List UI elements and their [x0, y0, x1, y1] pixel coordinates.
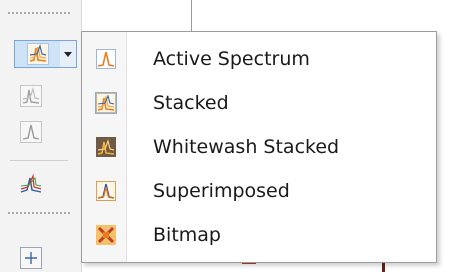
menu-item-label: Whitewash Stacked	[153, 136, 340, 158]
vertical-toolbar	[0, 0, 82, 272]
toolbar-separator	[10, 160, 68, 161]
overlay-display-button[interactable]	[17, 170, 45, 198]
menu-item-label: Bitmap	[153, 224, 221, 246]
single-peak-display-button[interactable]	[17, 118, 45, 146]
menu-item-whitewash-stacked[interactable]: Whitewash Stacked	[84, 128, 434, 166]
menu-item-bitmap[interactable]: Bitmap	[84, 216, 434, 254]
whitewash-stacked-icon	[95, 136, 117, 158]
stacked-icon	[95, 92, 117, 114]
menu-item-active-spectrum[interactable]: Active Spectrum	[84, 40, 434, 78]
display-mode-menu: Active Spectrum Stacked Whitewash Stacke…	[81, 31, 437, 263]
display-mode-dropdown-arrow[interactable]	[60, 40, 77, 68]
menu-item-label: Superimposed	[153, 180, 290, 202]
single-peak-icon	[95, 48, 117, 70]
expand-display-button[interactable]	[17, 244, 45, 272]
menu-item-superimposed[interactable]: Superimposed	[84, 172, 434, 210]
menu-item-label: Stacked	[153, 92, 229, 114]
stacked-display-button[interactable]	[14, 40, 61, 68]
superimposed-icon	[20, 173, 42, 193]
whitewash-display-button[interactable]	[17, 82, 45, 110]
toolbar-grip[interactable]	[8, 12, 70, 14]
single-peak-icon	[20, 121, 42, 143]
toolbar-grip-lower[interactable]	[8, 212, 70, 214]
menu-item-label: Active Spectrum	[153, 48, 310, 70]
expand-icon	[20, 247, 42, 269]
superimposed-icon	[95, 180, 117, 202]
menu-item-stacked[interactable]: Stacked	[84, 84, 434, 122]
bitmap-icon	[95, 224, 117, 246]
document-spectrum-fragment	[242, 262, 256, 272]
whitewash-stacked-icon	[20, 85, 42, 107]
stacked-icon	[26, 43, 49, 65]
